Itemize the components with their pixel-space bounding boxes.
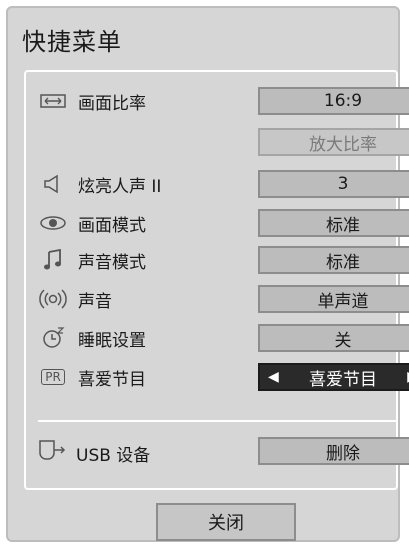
favorites-selector[interactable]: ◀ 喜爱节目 ▶ [258,363,409,391]
picture-mode-value[interactable]: 标准 [258,209,409,237]
pr-icon: PR [38,365,68,389]
row-label: 声音 [78,292,112,312]
quick-menu-dialog: 快捷菜单 画面比率 16:9 放大比率 炫亮人声 II 3 画面模式 标准 声音… [6,6,409,542]
row-zoom-ratio: 放大比率 [38,128,409,156]
audio-value[interactable]: 单声道 [258,285,409,313]
zoom-ratio-value: 放大比率 [258,128,409,156]
row-aspect-ratio: 画面比率 16:9 [38,87,409,115]
row-label: 炫亮人声 II [78,177,162,197]
row-label: 喜爱节目 [78,370,146,390]
row-label: 画面比率 [78,94,146,114]
speaker-icon [38,172,68,196]
row-sleep-timer: 睡眠设置 关 [38,324,409,352]
row-picture-mode: 画面模式 标准 [38,209,409,237]
arrow-left-icon[interactable]: ◀ [268,369,279,385]
pr-badge: PR [41,369,65,385]
row-clear-voice: 炫亮人声 II 3 [38,170,409,198]
row-label: 声音模式 [78,253,146,273]
usb-label: USB 设备 [76,446,151,466]
favorites-value: 喜爱节目 [309,369,377,390]
menu-title: 快捷菜单 [22,28,122,56]
row-sound-mode: 声音模式 标准 [38,246,409,274]
row-favorites: PR 喜爱节目 ◀ 喜爱节目 ▶ [38,363,409,391]
delete-button[interactable]: 删除 [258,437,409,465]
music-note-icon [38,248,68,272]
row-label: 睡眠设置 [78,331,146,351]
aspect-ratio-icon [38,89,68,113]
close-button[interactable]: 关闭 [156,503,296,541]
sleep-timer-value[interactable]: 关 [258,324,409,352]
row-label: 画面模式 [78,216,146,236]
sound-mode-value[interactable]: 标准 [258,246,409,274]
sleep-timer-icon [38,326,68,350]
row-usb: USB 设备 删除 [38,435,409,467]
divider [38,420,398,422]
usb-icon [38,439,68,463]
sound-wave-icon [38,287,68,311]
eye-icon [38,211,68,235]
aspect-ratio-value[interactable]: 16:9 [258,87,409,115]
clear-voice-value[interactable]: 3 [258,170,409,198]
row-audio: 声音 单声道 [38,285,409,313]
